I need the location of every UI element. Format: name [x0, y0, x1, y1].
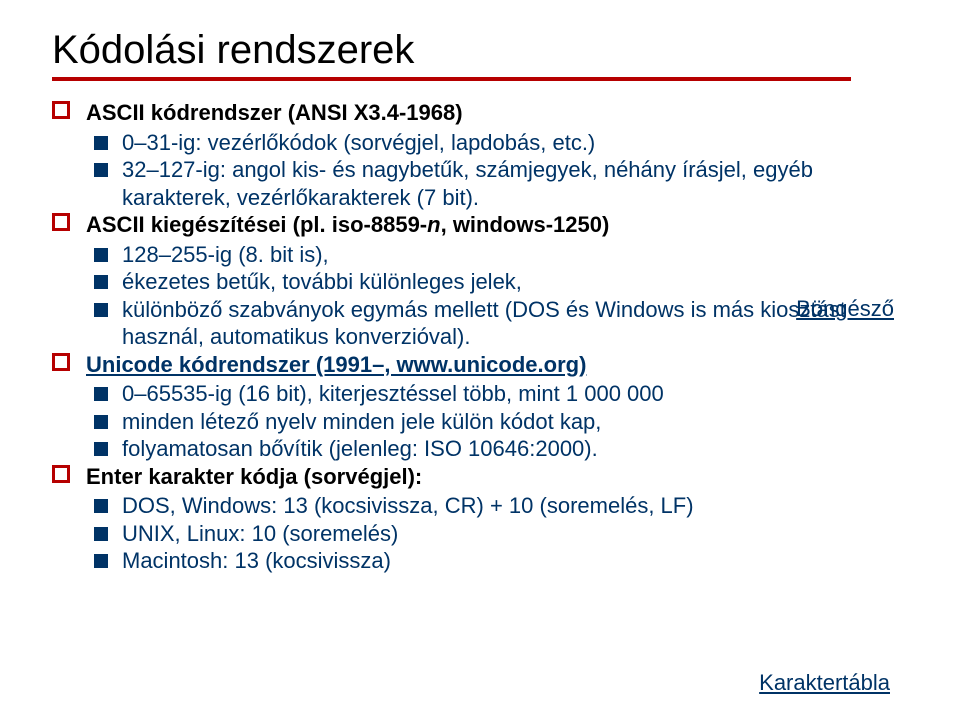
- bullet-text: Enter karakter kódja (sorvégjel):: [86, 464, 422, 489]
- bullet-text: 0–31-ig: vezérlőkódok (sorvégjel, lapdob…: [122, 130, 595, 155]
- bullet-text: ékezetes betűk, további különleges jelek…: [122, 269, 522, 294]
- filled-square-icon: [94, 303, 108, 317]
- bullet-level2: ékezetes betűk, további különleges jelek…: [52, 268, 920, 296]
- hollow-square-icon: [52, 213, 70, 231]
- bullet-level1: ASCII kódrendszer (ANSI X3.4-1968): [52, 99, 920, 127]
- slide-content: ASCII kódrendszer (ANSI X3.4-1968) 0–31-i…: [52, 99, 920, 575]
- bullet-text: folyamatosan bővítik (jelenleg: ISO 1064…: [122, 436, 598, 461]
- bullet-text: 32–127-ig: angol kis- és nagybetűk, szám…: [122, 157, 813, 210]
- filled-square-icon: [94, 248, 108, 262]
- chartable-link[interactable]: Karaktertábla: [759, 670, 890, 696]
- slide-title: Kódolási rendszerek: [52, 28, 920, 73]
- browser-link[interactable]: Böngésző: [796, 296, 894, 322]
- bullet-text: Macintosh: 13 (kocsivissza): [122, 548, 391, 573]
- hollow-square-icon: [52, 353, 70, 371]
- bullet-text: DOS, Windows: 13 (kocsivissza, CR) + 10 …: [122, 493, 694, 518]
- bullet-level1: ASCII kiegészítései (pl. iso-8859-n, win…: [52, 211, 920, 239]
- bullet-text: ASCII kiegészítései (pl. iso-8859-n, win…: [86, 212, 609, 237]
- bullet-text: 128–255-ig (8. bit is),: [122, 242, 329, 267]
- bullet-text: 0–65535-ig (16 bit), kiterjesztéssel töb…: [122, 381, 664, 406]
- bullet-level2: minden létező nyelv minden jele külön kó…: [52, 408, 920, 436]
- bullet-text: minden létező nyelv minden jele külön kó…: [122, 409, 601, 434]
- hollow-square-icon: [52, 101, 70, 119]
- filled-square-icon: [94, 554, 108, 568]
- filled-square-icon: [94, 527, 108, 541]
- bullet-level2: 32–127-ig: angol kis- és nagybetűk, szám…: [52, 156, 920, 211]
- bullet-level1: Unicode kódrendszer (1991–, www.unicode.…: [52, 351, 920, 379]
- bullet-level2: folyamatosan bővítik (jelenleg: ISO 1064…: [52, 435, 920, 463]
- hollow-square-icon: [52, 465, 70, 483]
- bullet-level2: DOS, Windows: 13 (kocsivissza, CR) + 10 …: [52, 492, 920, 520]
- title-rule: [52, 77, 851, 81]
- bullet-text: ASCII kódrendszer (ANSI X3.4-1968): [86, 100, 463, 125]
- bullet-level2: Macintosh: 13 (kocsivissza): [52, 547, 920, 575]
- filled-square-icon: [94, 163, 108, 177]
- filled-square-icon: [94, 387, 108, 401]
- bullet-level2: UNIX, Linux: 10 (soremelés): [52, 520, 920, 548]
- bullet-text: különböző szabványok egymás mellett (DOS…: [122, 297, 846, 350]
- filled-square-icon: [94, 275, 108, 289]
- bullet-text: UNIX, Linux: 10 (soremelés): [122, 521, 398, 546]
- bullet-text[interactable]: Unicode kódrendszer (1991–, www.unicode.…: [86, 352, 586, 377]
- bullet-level2: 0–65535-ig (16 bit), kiterjesztéssel töb…: [52, 380, 920, 408]
- filled-square-icon: [94, 442, 108, 456]
- bullet-level2: 128–255-ig (8. bit is),: [52, 241, 920, 269]
- filled-square-icon: [94, 499, 108, 513]
- filled-square-icon: [94, 415, 108, 429]
- filled-square-icon: [94, 136, 108, 150]
- bullet-level2: 0–31-ig: vezérlőkódok (sorvégjel, lapdob…: [52, 129, 920, 157]
- bullet-level2: különböző szabványok egymás mellett (DOS…: [52, 296, 920, 351]
- bullet-level1: Enter karakter kódja (sorvégjel):: [52, 463, 920, 491]
